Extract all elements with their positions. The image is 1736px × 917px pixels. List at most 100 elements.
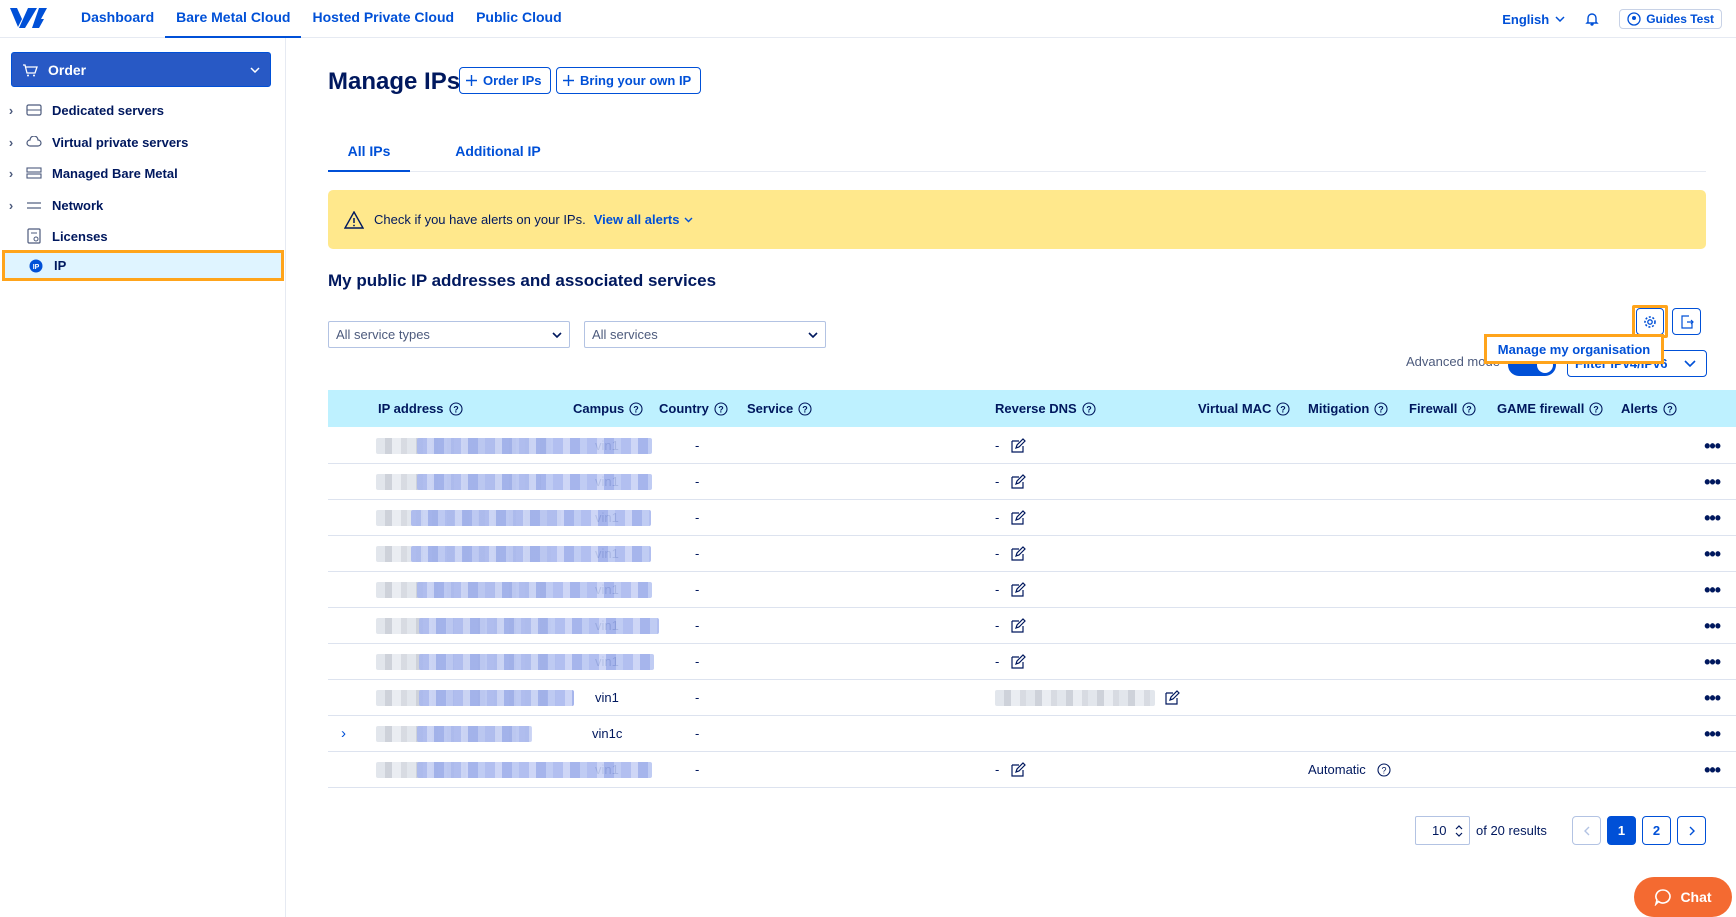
svg-text:?: ? — [803, 404, 809, 414]
help-icon[interactable]: ? — [448, 401, 463, 416]
sidebar-item-dedicated-servers[interactable]: › Dedicated servers — [0, 95, 286, 125]
sort-arrows-icon — [1456, 824, 1463, 837]
sidebar-item-label: Virtual private servers — [52, 134, 189, 150]
help-icon[interactable]: ? — [1589, 401, 1603, 416]
manage-my-organisation-link[interactable]: Manage my organisation — [1484, 334, 1664, 364]
stack-icon — [26, 166, 42, 179]
table-row[interactable]: vin1--••• — [328, 464, 1736, 500]
sidebar-item-managed-bare-metal[interactable]: › Managed Bare Metal — [0, 158, 286, 188]
col-virtual-mac[interactable]: Virtual MAC? — [1198, 390, 1290, 427]
table-row[interactable]: vin1--••• — [328, 428, 1736, 464]
next-page-button[interactable] — [1677, 816, 1706, 845]
chevron-right-icon — [1689, 826, 1695, 835]
language-selector[interactable]: English — [1502, 12, 1565, 27]
col-reverse-dns[interactable]: Reverse DNS? — [995, 390, 1096, 427]
row-actions-icon[interactable]: ••• — [1704, 572, 1721, 608]
table-row[interactable]: vin1--••• — [328, 644, 1736, 680]
svg-text:?: ? — [1467, 404, 1473, 414]
edit-icon[interactable] — [1010, 654, 1026, 670]
row-actions-icon[interactable]: ••• — [1704, 428, 1721, 464]
nav-public-cloud[interactable]: Public Cloud — [465, 0, 573, 38]
edit-icon[interactable] — [1010, 582, 1026, 598]
table-row[interactable]: vin1--Automatic?••• — [328, 752, 1736, 788]
col-mitigation[interactable]: Mitigation? — [1308, 390, 1388, 427]
table-row[interactable]: vin1 - ••• — [328, 680, 1736, 716]
sidebar-item-ip[interactable]: IP IP — [2, 250, 284, 281]
page-2-button[interactable]: 2 — [1642, 816, 1671, 845]
table-row[interactable]: vin1--••• — [328, 536, 1736, 572]
ovh-logo-icon[interactable] — [8, 5, 48, 31]
row-actions-icon[interactable]: ••• — [1704, 644, 1721, 680]
tab-additional-ip[interactable]: Additional IP — [438, 138, 558, 172]
col-ip-address[interactable]: IP address? — [378, 390, 463, 427]
row-actions-icon[interactable]: ••• — [1704, 680, 1721, 716]
edit-icon[interactable] — [1010, 762, 1026, 778]
nav-hosted-private-cloud[interactable]: Hosted Private Cloud — [301, 0, 465, 38]
tab-all-ips[interactable]: All IPs — [328, 138, 410, 172]
expand-row-icon[interactable]: › — [341, 716, 346, 752]
sidebar: Order › Dedicated servers › Virtual priv… — [0, 38, 286, 917]
language-label: English — [1502, 11, 1550, 27]
edit-icon[interactable] — [1010, 546, 1026, 562]
nav-bare-metal-cloud[interactable]: Bare Metal Cloud — [165, 0, 302, 38]
edit-icon[interactable] — [1010, 618, 1026, 634]
reverse-dns-cell: - — [995, 618, 1000, 633]
reverse-dns-redacted — [995, 690, 1155, 706]
help-icon[interactable]: ? — [714, 401, 728, 416]
help-icon[interactable]: ? — [1082, 401, 1096, 416]
col-country[interactable]: Country? — [659, 390, 728, 427]
chat-button[interactable]: Chat — [1634, 877, 1732, 917]
chevron-down-icon — [808, 332, 818, 339]
page-1-button[interactable]: 1 — [1607, 816, 1636, 845]
bring-your-own-ip-button[interactable]: Bring your own IP — [556, 67, 701, 94]
service-redacted — [419, 654, 654, 670]
row-actions-icon[interactable]: ••• — [1704, 500, 1721, 536]
chevron-right-icon: › — [8, 197, 14, 213]
help-icon[interactable]: ? — [1276, 401, 1290, 416]
chevron-right-icon: › — [8, 102, 14, 118]
col-service[interactable]: Service? — [747, 390, 812, 427]
services-value: All services — [592, 327, 658, 342]
edit-icon[interactable] — [1164, 690, 1180, 706]
service-type-select[interactable]: All service types — [328, 321, 570, 348]
services-select[interactable]: All services — [584, 321, 826, 348]
bell-icon[interactable] — [1583, 10, 1601, 28]
order-button[interactable]: Order — [11, 52, 271, 87]
nav-dashboard[interactable]: Dashboard — [70, 0, 165, 38]
per-page-select[interactable]: 10 — [1415, 816, 1470, 845]
help-icon[interactable]: ? — [1377, 763, 1391, 777]
col-alerts[interactable]: Alerts? — [1621, 390, 1677, 427]
help-icon[interactable]: ? — [1462, 401, 1476, 416]
table-row[interactable]: vin1--••• — [328, 572, 1736, 608]
row-actions-icon[interactable]: ••• — [1704, 464, 1721, 500]
help-icon[interactable]: ? — [1663, 401, 1677, 416]
export-button[interactable] — [1672, 308, 1701, 335]
help-icon[interactable]: ? — [1374, 401, 1388, 416]
table-row[interactable]: vin1--••• — [328, 608, 1736, 644]
help-icon[interactable]: ? — [629, 401, 643, 416]
row-actions-icon[interactable]: ••• — [1704, 716, 1721, 752]
row-actions-icon[interactable]: ••• — [1704, 608, 1721, 644]
row-actions-icon[interactable]: ••• — [1704, 536, 1721, 572]
edit-icon[interactable] — [1010, 438, 1026, 454]
table-row[interactable]: vin1--••• — [328, 500, 1736, 536]
help-icon[interactable]: ? — [798, 401, 812, 416]
col-firewall[interactable]: Firewall? — [1409, 390, 1476, 427]
row-actions-icon[interactable]: ••• — [1704, 752, 1721, 788]
sidebar-item-virtual-private-servers[interactable]: › Virtual private servers — [0, 127, 286, 157]
order-ips-button[interactable]: Order IPs — [459, 67, 551, 94]
table-row[interactable]: › vin1c - ••• — [328, 716, 1736, 752]
previous-page-button[interactable] — [1572, 816, 1601, 845]
settings-button[interactable] — [1636, 308, 1664, 335]
country-cell: - — [695, 726, 700, 741]
mitigation-cell: Automatic — [1308, 762, 1366, 777]
view-all-alerts-link[interactable]: View all alerts — [594, 212, 694, 227]
col-game-firewall[interactable]: GAME firewall? — [1497, 390, 1603, 427]
country-cell: - — [695, 474, 700, 489]
edit-icon[interactable] — [1010, 510, 1026, 526]
sidebar-item-network[interactable]: › Network — [0, 190, 286, 220]
edit-icon[interactable] — [1010, 474, 1026, 490]
col-campus[interactable]: Campus? — [573, 390, 643, 427]
sidebar-item-licenses[interactable]: Licenses — [0, 221, 286, 251]
user-menu-button[interactable]: Guides Test — [1619, 9, 1722, 29]
